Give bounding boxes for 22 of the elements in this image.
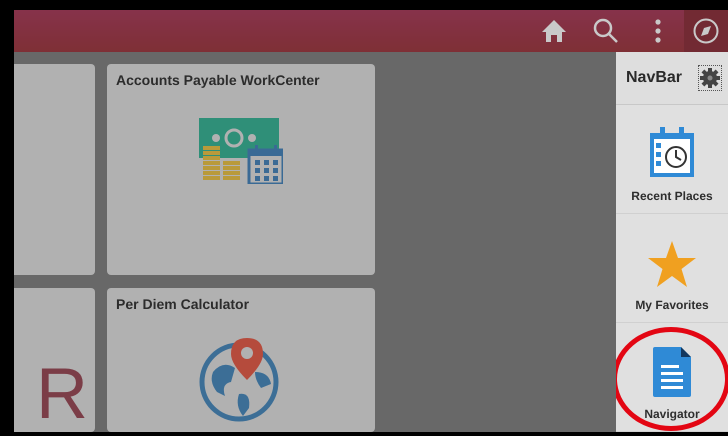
calendar-clock-icon <box>648 127 696 180</box>
navbar-item[interactable]: My Favorites <box>616 214 728 324</box>
navbar-item[interactable]: Recent Places <box>616 105 728 214</box>
search-icon <box>593 18 619 44</box>
star-icon <box>647 240 697 288</box>
money-calendar-icon <box>199 118 283 184</box>
settings-icon <box>700 68 720 88</box>
tile-title: Per Diem Calculator <box>115 295 250 312</box>
more-icon <box>655 19 661 43</box>
compass-icon <box>693 18 719 44</box>
tile[interactable]: Accounts Payable WorkCenter <box>107 64 375 275</box>
navbar-item[interactable]: Navigator <box>616 323 728 432</box>
tile[interactable] <box>14 64 95 275</box>
document-icon <box>653 347 691 398</box>
logo-letter: R <box>36 358 88 430</box>
tile[interactable]: R <box>14 288 95 432</box>
navbar-button[interactable] <box>684 10 728 52</box>
tile[interactable]: Per Diem Calculator <box>107 288 375 432</box>
home-icon <box>541 19 567 43</box>
tile-title: Accounts Payable WorkCenter <box>115 71 321 88</box>
settings-button[interactable] <box>698 65 722 92</box>
navbar-title: NavBar <box>626 69 682 88</box>
